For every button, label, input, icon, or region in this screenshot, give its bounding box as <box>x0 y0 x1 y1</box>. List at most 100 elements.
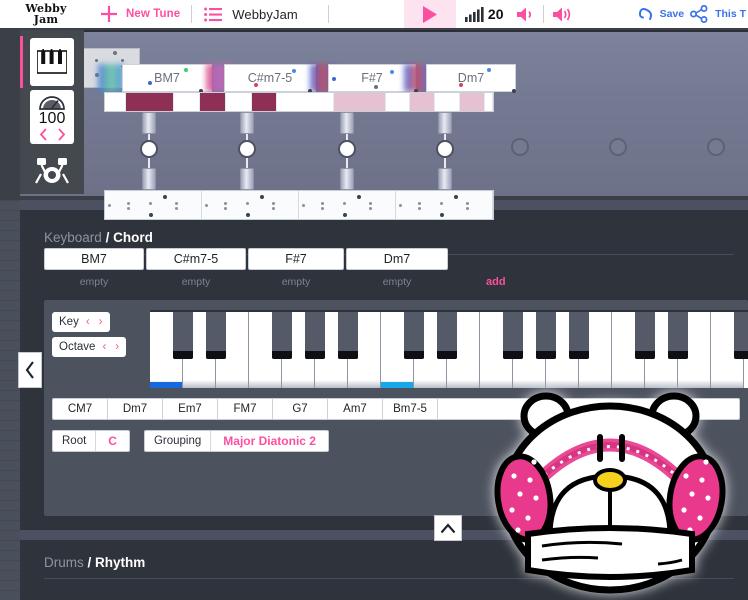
note-cap-bottom[interactable] <box>142 168 156 190</box>
note-head[interactable] <box>436 140 454 158</box>
piano-black-key[interactable] <box>635 312 655 359</box>
note-head[interactable] <box>338 140 356 158</box>
root-value[interactable]: C <box>95 431 129 451</box>
note-cap-top[interactable] <box>240 112 254 134</box>
track-chord-box-3[interactable]: Dm7 <box>426 64 516 92</box>
piano-black-key[interactable] <box>404 312 424 359</box>
note-cap-bottom[interactable] <box>438 168 452 190</box>
note-cap-bottom[interactable] <box>240 168 254 190</box>
bpm-arrows <box>39 127 66 141</box>
piano-black-key[interactable] <box>734 312 748 359</box>
velocity-cell[interactable] <box>386 93 410 111</box>
velocity-cell[interactable] <box>105 93 126 111</box>
track-chord-label-0: BM7 <box>154 71 180 85</box>
piano-black-key[interactable] <box>668 312 688 359</box>
new-tune-plus-button[interactable] <box>92 4 126 24</box>
chord-slot-1[interactable]: C#m7-5 <box>146 248 246 270</box>
chord-button-5[interactable]: Am7 <box>328 399 383 419</box>
note-head[interactable] <box>140 140 158 158</box>
chevron-right-icon[interactable] <box>57 127 66 141</box>
play-button[interactable] <box>403 0 456 28</box>
velocity-cell[interactable] <box>410 93 435 111</box>
note-lane[interactable] <box>104 112 494 190</box>
tempo-control[interactable]: 100 <box>30 90 74 144</box>
piano-black-key[interactable] <box>305 312 325 359</box>
chord-button-1[interactable]: Dm7 <box>108 399 163 419</box>
key-next-chevron[interactable]: › <box>99 316 103 328</box>
piano-black-key[interactable] <box>206 312 226 359</box>
chord-slot-3[interactable]: Dm7 <box>346 248 448 270</box>
chord-button-2[interactable]: Em7 <box>163 399 218 419</box>
velocity-cell[interactable] <box>460 93 485 111</box>
velocity-cell[interactable] <box>252 93 277 111</box>
drum-grid-segment[interactable] <box>396 191 493 219</box>
root-control[interactable]: Root C <box>52 430 130 452</box>
velocity-cell[interactable] <box>226 93 252 111</box>
track-chord-box-1[interactable]: C#m7-5 <box>224 64 316 92</box>
piano-black-key[interactable] <box>569 312 589 359</box>
velocity-cell[interactable] <box>435 93 460 111</box>
velocity-cell[interactable] <box>334 93 386 111</box>
empty-note-slot[interactable] <box>609 138 627 156</box>
drum-grid-segment[interactable] <box>299 191 396 219</box>
velocity-cell[interactable] <box>174 93 200 111</box>
velocity-cell[interactable] <box>126 93 174 111</box>
velocity-cell[interactable] <box>277 93 334 111</box>
chord-slot-0[interactable]: BM7 <box>44 248 144 270</box>
chord-button-4[interactable]: G7 <box>273 399 328 419</box>
new-tune-label[interactable]: New Tune <box>126 8 180 20</box>
key-prev-chevron[interactable]: ‹ <box>86 316 90 328</box>
collapse-up-handle[interactable] <box>434 515 462 541</box>
share-group[interactable]: This T <box>690 5 746 23</box>
collapse-left-handle[interactable] <box>18 352 42 388</box>
chevron-left-icon[interactable] <box>39 127 48 141</box>
app-logo[interactable]: Webby Jam <box>0 3 92 25</box>
save-group[interactable]: Save <box>637 5 685 23</box>
piano-black-key[interactable] <box>503 312 523 359</box>
empty-note-slot[interactable] <box>707 138 725 156</box>
note-cap-top[interactable] <box>340 112 354 134</box>
note-cap-bottom[interactable] <box>340 168 354 190</box>
chord-slot-state-1: empty <box>181 276 211 288</box>
chord-button-6[interactable]: Bm7-5 <box>383 399 438 419</box>
piano-black-key[interactable] <box>272 312 292 359</box>
add-chord-button[interactable]: add <box>486 276 506 288</box>
piano-keyboard[interactable] <box>150 310 748 388</box>
drum-grid-segment[interactable] <box>202 191 299 219</box>
octave-next-chevron[interactable]: › <box>115 341 119 353</box>
grouping-value[interactable]: Major Diatonic 2 <box>210 431 328 451</box>
root-label: Root <box>62 435 87 447</box>
instrument-button[interactable] <box>30 38 74 86</box>
velocity-cell[interactable] <box>485 93 493 111</box>
key-control[interactable]: Key ‹ › <box>52 312 110 332</box>
piano-black-key[interactable] <box>173 312 193 359</box>
track-chord-box-2[interactable]: F#7 <box>328 64 416 92</box>
drums-title-strong: Rhythm <box>95 555 146 570</box>
velocity-bar[interactable] <box>104 92 494 112</box>
empty-note-slot[interactable] <box>511 138 529 156</box>
track-drum-grid[interactable] <box>104 190 494 220</box>
volume-alt-button[interactable] <box>552 6 573 23</box>
note-cap-top[interactable] <box>142 112 156 134</box>
grouping-control[interactable]: Grouping Major Diatonic 2 <box>143 430 329 452</box>
octave-control[interactable]: Octave ‹ › <box>52 337 127 357</box>
drum-grid-segment[interactable] <box>105 191 202 219</box>
note-head[interactable] <box>238 140 256 158</box>
octave-prev-chevron[interactable]: ‹ <box>102 341 106 353</box>
tempo-meter[interactable]: 20 <box>464 6 504 22</box>
track-chord-box-0[interactable]: BM7 <box>122 64 212 92</box>
volume-button[interactable] <box>516 6 535 23</box>
share-label[interactable]: This T <box>715 8 746 20</box>
chord-button-3[interactable]: FM7 <box>218 399 273 419</box>
tune-name-label[interactable]: WebbyJam <box>232 7 298 22</box>
chord-button-0[interactable]: CM7 <box>53 399 108 419</box>
tune-list-button[interactable] <box>203 7 223 22</box>
piano-black-key[interactable] <box>437 312 457 359</box>
chord-slot-2[interactable]: F#7 <box>248 248 344 270</box>
note-cap-top[interactable] <box>438 112 452 134</box>
velocity-cell[interactable] <box>200 93 226 111</box>
piano-black-key[interactable] <box>536 312 556 359</box>
save-label[interactable]: Save <box>660 8 685 20</box>
drumkit-button[interactable] <box>30 148 74 192</box>
piano-black-key[interactable] <box>338 312 358 359</box>
